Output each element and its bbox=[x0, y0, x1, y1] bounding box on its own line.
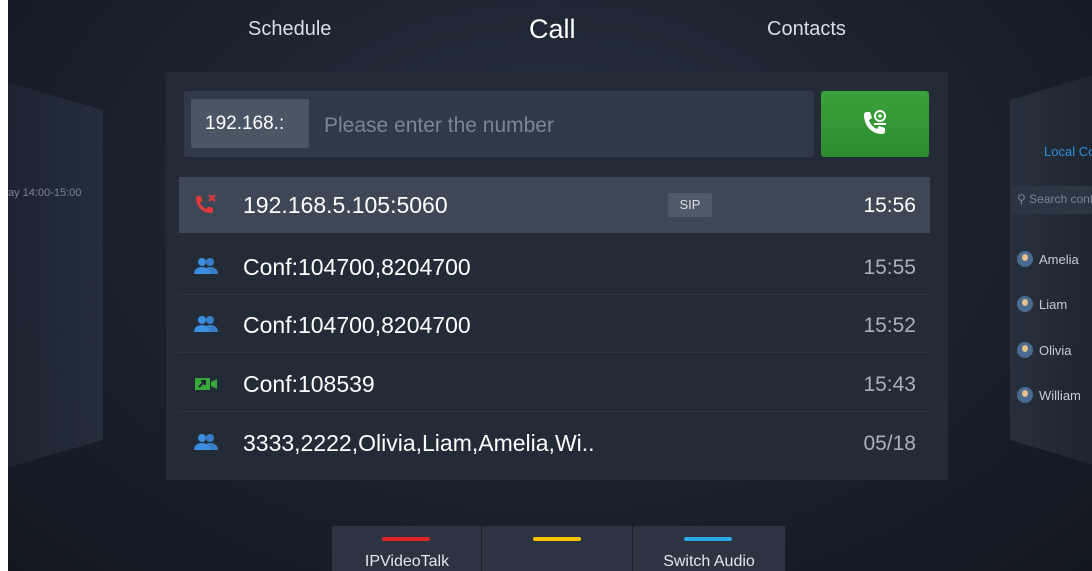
schedule-preview-panel[interactable] bbox=[8, 80, 103, 470]
call-history-time: 15:56 bbox=[863, 194, 916, 217]
contacts-preview-item: William bbox=[1017, 387, 1081, 403]
contacts-preview-search: ⚲ Search cont bbox=[1011, 186, 1092, 214]
conference-icon bbox=[194, 258, 218, 274]
call-history-time: 15:52 bbox=[863, 314, 916, 337]
call-history-title: Conf:104700,8204700 bbox=[243, 312, 471, 338]
conference-icon bbox=[194, 434, 218, 450]
call-history-row[interactable]: 3333,2222,Olivia,Liam,Amelia,Wi.. 05/18 bbox=[179, 415, 930, 471]
tab-contacts[interactable]: Contacts bbox=[767, 18, 846, 41]
softkey-label: IPVideoTalk bbox=[364, 553, 450, 570]
call-history-time: 05/18 bbox=[863, 432, 916, 455]
contact-name: Amelia bbox=[1039, 251, 1079, 267]
call-history-title: 192.168.5.105:5060 bbox=[243, 192, 448, 218]
softkey-ipvideotalk[interactable]: IPVideoTalk bbox=[332, 526, 482, 571]
call-history-row[interactable]: Conf:104700,8204700 15:52 bbox=[179, 297, 930, 353]
call-history-time: 15:55 bbox=[863, 256, 916, 279]
protocol-badge: SIP bbox=[668, 193, 712, 217]
tab-schedule[interactable]: Schedule bbox=[248, 18, 331, 41]
call-history-title: Conf:104700,8204700 bbox=[243, 254, 471, 280]
softkey-yellow-indicator bbox=[533, 537, 581, 541]
avatar-icon bbox=[1017, 296, 1033, 312]
screen: ay 14:00-15:00 Local Co ⚲ Search cont Am… bbox=[8, 0, 1092, 571]
call-history-time: 15:43 bbox=[863, 373, 916, 396]
call-history-title: Conf:108539 bbox=[243, 371, 375, 397]
avatar-icon bbox=[1017, 387, 1033, 403]
dial-number-field[interactable]: 192.168.: bbox=[191, 99, 309, 148]
avatar-icon bbox=[1017, 251, 1033, 267]
softkey-switch-audio[interactable]: Switch Audio bbox=[634, 526, 784, 571]
call-history-row[interactable]: 192.168.5.105:5060 SIP 15:56 bbox=[179, 177, 930, 233]
contacts-preview-title: Local Co bbox=[1044, 144, 1092, 159]
search-icon: ⚲ bbox=[1017, 192, 1026, 206]
softkey-yellow[interactable] bbox=[483, 526, 633, 571]
video-conference-icon bbox=[195, 378, 217, 390]
contact-name: Olivia bbox=[1039, 342, 1072, 358]
softkey-red-indicator bbox=[382, 537, 430, 541]
softkey-bar: IPVideoTalk Switch Audio bbox=[332, 526, 785, 571]
video-call-button[interactable] bbox=[821, 91, 929, 157]
schedule-preview-time: ay 14:00-15:00 bbox=[8, 187, 82, 199]
contacts-preview-panel[interactable] bbox=[1010, 71, 1092, 469]
softkey-label: Switch Audio bbox=[663, 553, 755, 570]
missed-call-icon bbox=[196, 194, 216, 213]
call-history-row[interactable]: Conf:108539 15:43 bbox=[179, 356, 930, 412]
contacts-preview-item: Amelia bbox=[1017, 251, 1079, 267]
contact-name: Liam bbox=[1039, 296, 1068, 312]
tab-call[interactable]: Call bbox=[529, 14, 576, 45]
avatar-icon bbox=[1017, 342, 1033, 358]
contacts-preview-search-placeholder: Search cont bbox=[1029, 192, 1092, 206]
video-call-icon bbox=[864, 110, 886, 134]
conference-icon bbox=[194, 316, 218, 332]
contact-name: William bbox=[1039, 387, 1081, 403]
call-history-title: 3333,2222,Olivia,Liam,Amelia,Wi.. bbox=[243, 430, 595, 456]
dial-placeholder: Please enter the number bbox=[324, 114, 554, 137]
softkey-blue-indicator bbox=[684, 537, 732, 541]
call-history-row[interactable]: Conf:104700,8204700 15:55 bbox=[179, 239, 930, 295]
contacts-preview-item: Liam bbox=[1017, 296, 1067, 312]
contacts-preview-item: Olivia bbox=[1017, 342, 1072, 358]
